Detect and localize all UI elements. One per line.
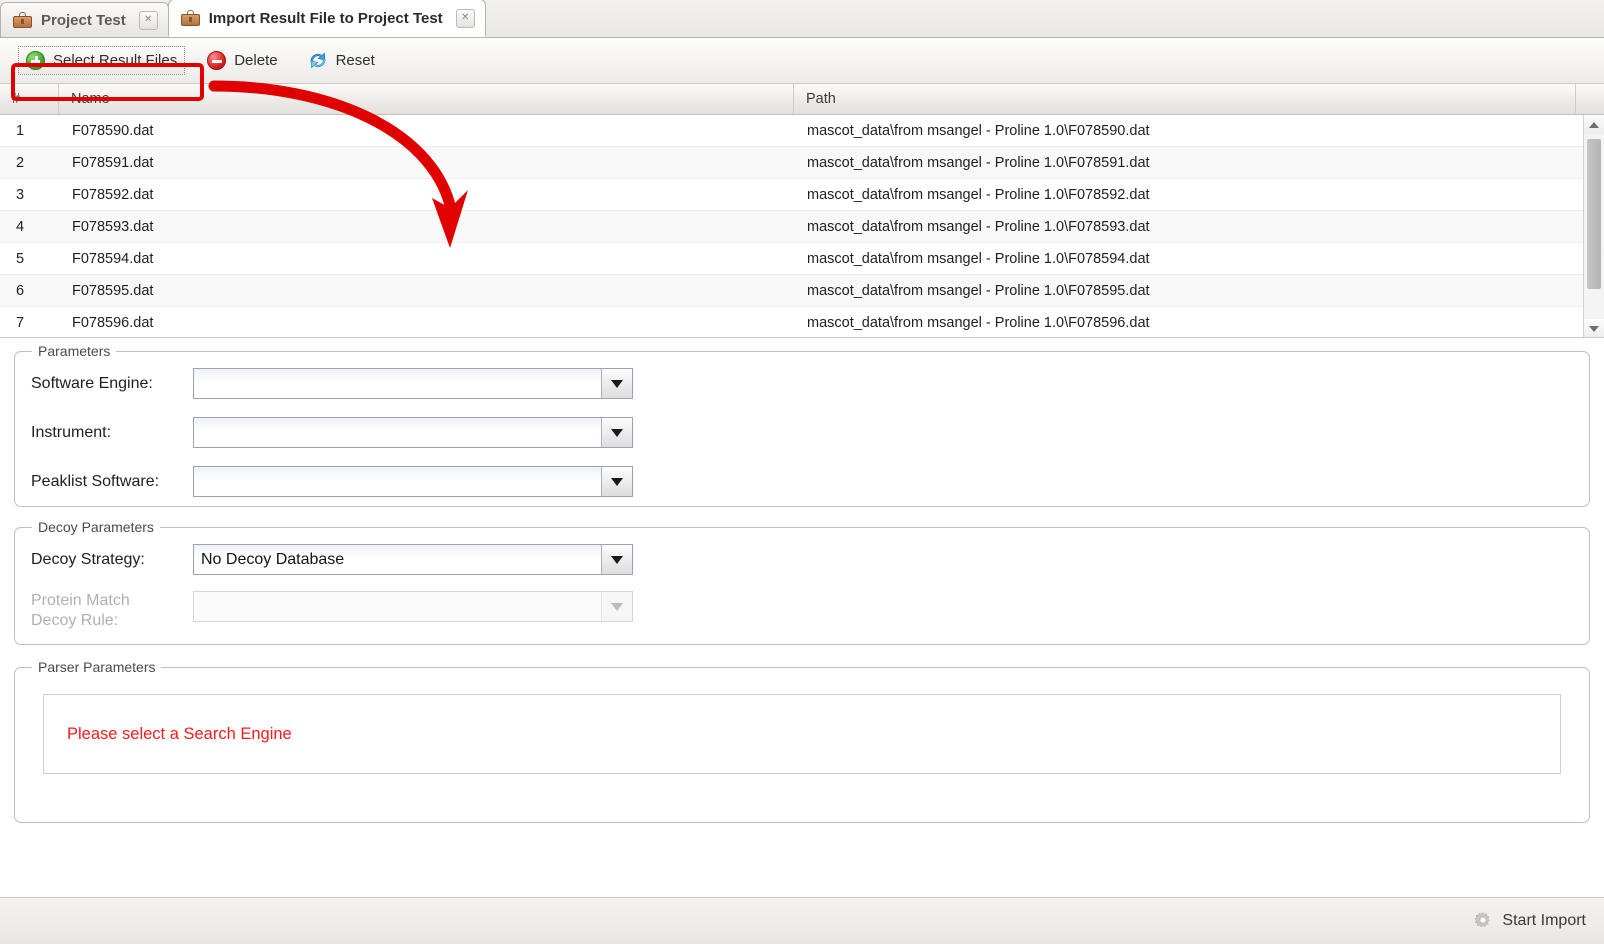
form-content: Parameters Software Engine: Instrument: …	[0, 343, 1604, 823]
select-result-files-button[interactable]: Select Result Files	[18, 46, 186, 75]
tab-label: Import Result File to Project Test	[208, 9, 443, 27]
tab-label: Project Test	[41, 11, 126, 29]
cell-index: 4	[16, 218, 25, 235]
reset-label: Reset	[335, 52, 375, 69]
protein-match-decoy-rule-label: Protein Match Decoy Rule:	[31, 591, 193, 632]
chevron-down-icon[interactable]	[601, 545, 632, 574]
status-bar: Start Import	[0, 897, 1604, 944]
toolbar: Select Result Files Delete Reset	[0, 38, 1604, 84]
table-row[interactable]: 5 F078594.dat mascot_data\from msangel - P…	[0, 243, 1604, 275]
table-body: 1 F078590.dat mascot_data\from msangel - P…	[0, 115, 1604, 337]
cell-path: mascot_data\from msangel - Proline 1.0\F…	[807, 250, 1150, 267]
table-row[interactable]: 2 F078591.dat mascot_data\from msangel - P…	[0, 147, 1604, 179]
cell-name: F078590.dat	[72, 122, 154, 139]
reset-button[interactable]: Reset	[300, 46, 383, 75]
cell-path: mascot_data\from msangel - Proline 1.0\F…	[807, 314, 1150, 331]
table-row[interactable]: 1 F078590.dat mascot_data\from msangel - P…	[0, 115, 1604, 147]
tab-import-result-file[interactable]: Import Result File to Project Test ✕	[167, 0, 486, 37]
cell-path: mascot_data\from msangel - Proline 1.0\F…	[807, 154, 1150, 171]
decoy-strategy-value: No Decoy Database	[194, 545, 601, 574]
start-import-button[interactable]: Start Import	[1473, 911, 1586, 931]
software-engine-row: Software Engine:	[15, 368, 1589, 399]
scroll-down-arrow-icon[interactable]	[1584, 319, 1604, 337]
decoy-strategy-label: Decoy Strategy:	[31, 550, 145, 568]
table-vertical-scrollbar[interactable]	[1583, 115, 1604, 337]
tab-bar: Project Test ✕ Import Result File to Pro…	[0, 0, 1604, 38]
delete-label: Delete	[234, 52, 278, 69]
protein-match-decoy-rule-row: Protein Match Decoy Rule:	[15, 591, 1589, 632]
chevron-down-icon[interactable]	[601, 418, 632, 447]
cell-path: mascot_data\from msangel - Proline 1.0\F…	[807, 282, 1150, 299]
minus-circle-icon	[207, 51, 227, 70]
tab-close-icon[interactable]: ✕	[455, 8, 475, 28]
peaklist-software-label: Peaklist Software:	[31, 472, 160, 490]
decoy-parameters-legend: Decoy Parameters	[32, 519, 160, 535]
parser-parameters-legend: Parser Parameters	[32, 659, 162, 675]
cell-path: mascot_data\from msangel - Proline 1.0\F…	[807, 186, 1150, 203]
column-header-index[interactable]: #	[0, 84, 59, 114]
protein-match-decoy-rule-label-line2: Decoy Rule:	[31, 612, 119, 630]
result-files-table: # Name Path 1 F078590.dat mascot_data\from…	[0, 84, 1604, 338]
refresh-icon	[308, 51, 328, 70]
instrument-row: Instrument:	[15, 417, 1589, 448]
table-row[interactable]: 6 F078595.dat mascot_data\from msangel - P…	[0, 275, 1604, 307]
briefcase-icon	[180, 10, 200, 26]
chevron-down-icon	[601, 592, 632, 621]
peaklist-software-value	[194, 467, 601, 496]
instrument-value	[194, 418, 601, 447]
decoy-strategy-select[interactable]: No Decoy Database	[193, 544, 633, 575]
decoy-parameters-group: Decoy Parameters Decoy Strategy: No Deco…	[14, 519, 1590, 645]
tab-close-icon[interactable]: ✕	[138, 10, 158, 30]
cell-name: F078594.dat	[72, 250, 154, 267]
cell-index: 1	[16, 122, 25, 139]
decoy-strategy-row: Decoy Strategy: No Decoy Database	[15, 544, 1589, 575]
cell-index: 2	[16, 154, 25, 171]
plus-circle-icon	[26, 51, 45, 70]
cell-name: F078595.dat	[72, 282, 154, 299]
select-result-files-label: Select Result Files	[53, 52, 178, 69]
protein-match-decoy-rule-value	[194, 592, 601, 621]
cell-name: F078596.dat	[72, 314, 154, 331]
cell-index: 6	[16, 282, 25, 299]
application-window: Project Test ✕ Import Result File to Pro…	[0, 0, 1604, 944]
software-engine-value	[194, 369, 601, 398]
column-header-name[interactable]: Name	[59, 84, 794, 114]
instrument-select[interactable]	[193, 417, 633, 448]
chevron-down-icon[interactable]	[601, 467, 632, 496]
column-header-filler	[1576, 84, 1604, 114]
delete-button[interactable]: Delete	[199, 46, 285, 75]
parser-parameters-group: Parser Parameters Please select a Search…	[14, 659, 1590, 823]
software-engine-select[interactable]	[193, 368, 633, 399]
protein-match-decoy-rule-select	[193, 591, 633, 622]
table-row[interactable]: 7 F078596.dat mascot_data\from msangel - P…	[0, 307, 1604, 337]
instrument-label: Instrument:	[31, 423, 112, 441]
table-header-row: # Name Path	[0, 84, 1604, 115]
start-import-label: Start Import	[1502, 912, 1586, 929]
gear-icon	[1473, 911, 1493, 931]
cell-index: 5	[16, 250, 25, 267]
parser-message-box: Please select a Search Engine	[43, 694, 1561, 774]
parameters-group: Parameters Software Engine: Instrument: …	[14, 343, 1590, 507]
cell-index: 3	[16, 186, 25, 203]
cell-path: mascot_data\from msangel - Proline 1.0\F…	[807, 218, 1150, 235]
cell-path: mascot_data\from msangel - Proline 1.0\F…	[807, 122, 1150, 139]
peaklist-software-select[interactable]	[193, 466, 633, 497]
table-row[interactable]: 3 F078592.dat mascot_data\from msangel - P…	[0, 179, 1604, 211]
briefcase-icon	[13, 12, 32, 28]
cell-name: F078591.dat	[72, 154, 154, 171]
protein-match-decoy-rule-label-line1: Protein Match	[31, 592, 130, 609]
parameters-legend: Parameters	[32, 343, 117, 359]
column-header-path[interactable]: Path	[794, 84, 1576, 114]
software-engine-label: Software Engine:	[31, 374, 153, 392]
chevron-down-icon[interactable]	[601, 369, 632, 398]
cell-name: F078593.dat	[72, 218, 154, 235]
parser-message: Please select a Search Engine	[67, 724, 292, 743]
tab-project-test[interactable]: Project Test ✕	[0, 2, 169, 37]
table-row[interactable]: 4 F078593.dat mascot_data\from msangel - P…	[0, 211, 1604, 243]
scrollbar-thumb[interactable]	[1587, 139, 1601, 289]
peaklist-software-row: Peaklist Software:	[15, 466, 1589, 497]
cell-index: 7	[16, 314, 25, 331]
cell-name: F078592.dat	[72, 186, 154, 203]
scroll-up-arrow-icon[interactable]	[1584, 115, 1604, 134]
